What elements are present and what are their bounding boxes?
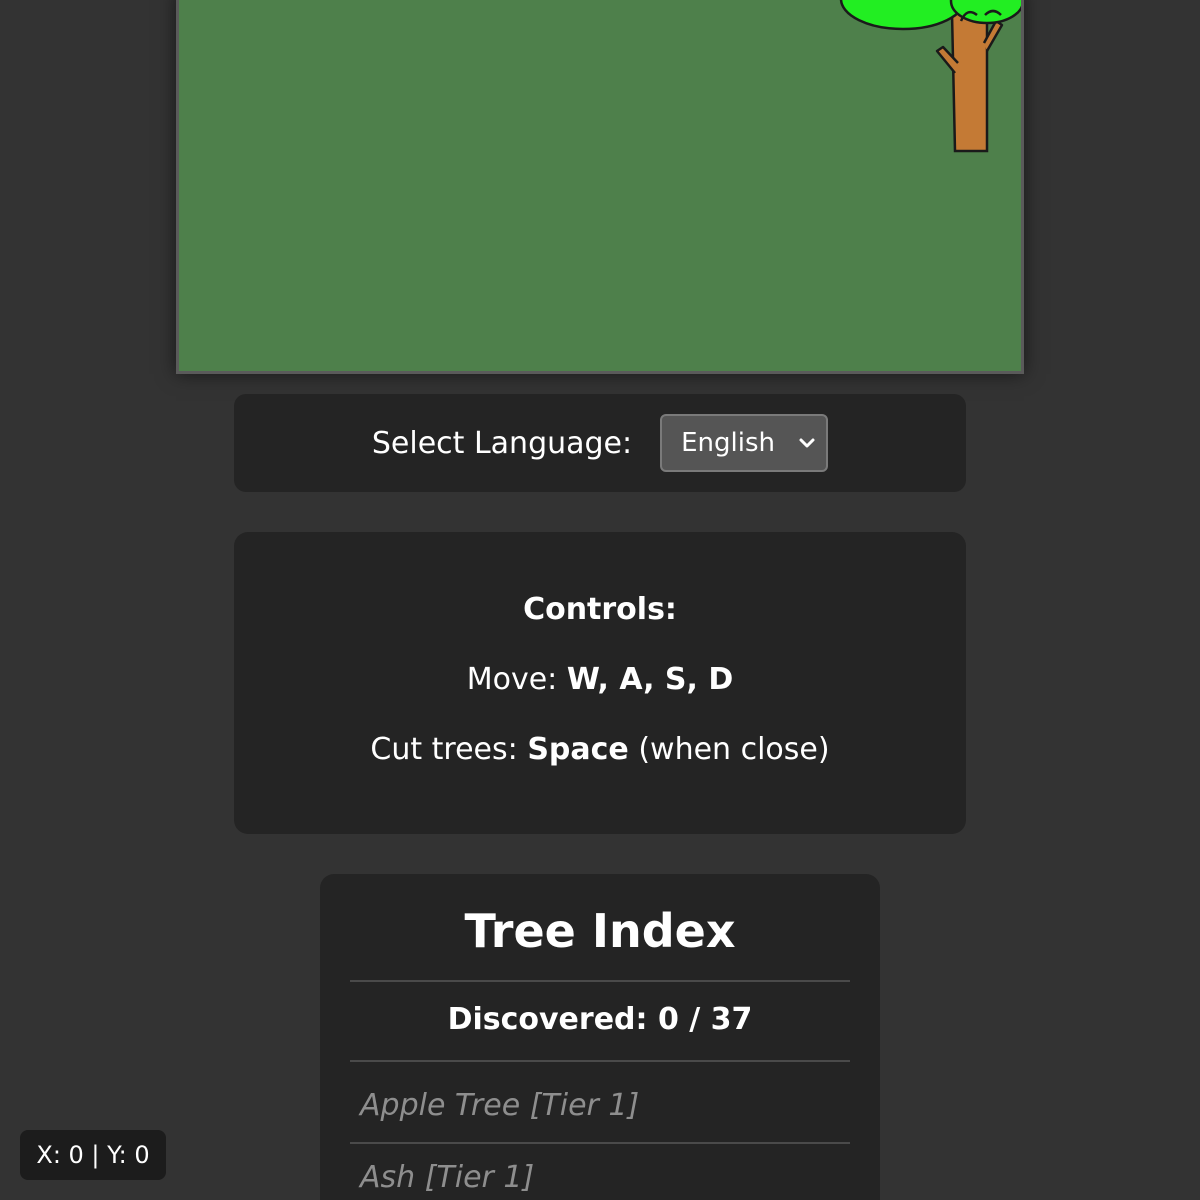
controls-title: Controls: xyxy=(523,592,677,627)
tree-trunk xyxy=(950,11,989,153)
tree-index-item: Ash [Tier 1] xyxy=(360,1160,535,1195)
game-canvas[interactable] xyxy=(176,0,1024,374)
language-select-value: English xyxy=(681,428,776,458)
tree-index-item: Apple Tree [Tier 1] xyxy=(360,1088,640,1123)
coordinates-readout: X: 0 | Y: 0 xyxy=(20,1130,166,1180)
controls-cut: Cut trees: Space (when close) xyxy=(234,732,966,767)
move-label: Move: xyxy=(466,662,558,697)
divider xyxy=(350,980,850,982)
tree-sprite xyxy=(839,0,1021,153)
controls-panel: Controls: Move: W, A, S, D Cut trees: Sp… xyxy=(234,532,966,834)
divider xyxy=(350,1060,850,1062)
tree-foliage-left xyxy=(839,0,967,31)
language-label: Select Language: xyxy=(371,425,633,461)
language-panel: Select Language: English xyxy=(234,394,966,492)
chevron-down-icon xyxy=(799,438,815,448)
divider xyxy=(350,1142,850,1144)
move-keys: W, A, S, D xyxy=(566,662,734,697)
game-scene xyxy=(839,0,1021,153)
cut-key: Space xyxy=(527,732,629,767)
cut-note: (when close) xyxy=(638,732,830,767)
page: Select Language: English Controls: Move:… xyxy=(0,0,1200,1200)
tree-index-title: Tree Index xyxy=(464,904,736,958)
controls-move: Move: W, A, S, D xyxy=(234,662,966,697)
tree-index-panel: Tree Index Discovered: 0 / 37 Apple Tree… xyxy=(320,874,880,1200)
discovered-count: Discovered: 0 / 37 xyxy=(447,1002,753,1037)
cut-label: Cut trees: xyxy=(370,732,518,767)
language-select[interactable]: English xyxy=(660,414,829,472)
